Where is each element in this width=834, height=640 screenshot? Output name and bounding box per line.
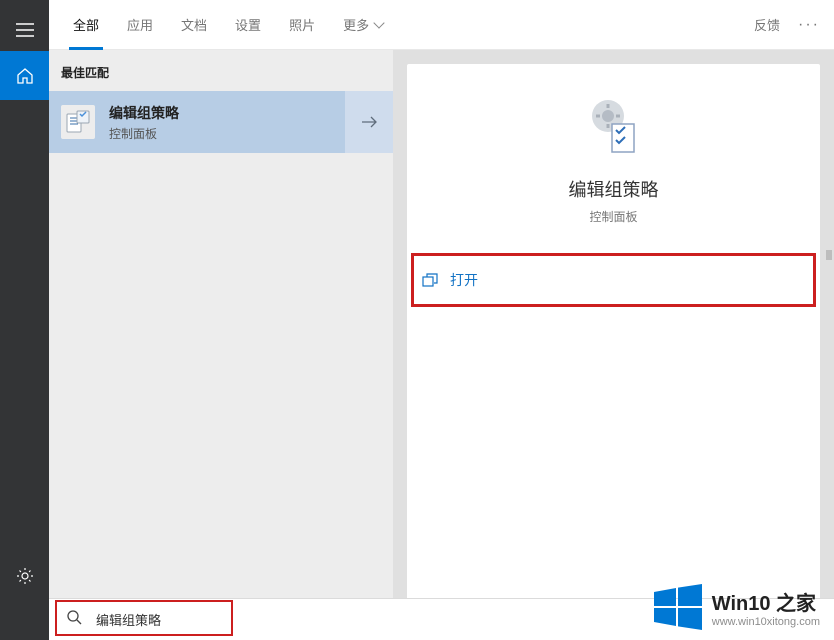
watermark: Win10 之家 www.win10xitong.com <box>650 580 820 634</box>
tab-photos[interactable]: 照片 <box>275 0 329 50</box>
tab-settings[interactable]: 设置 <box>221 0 275 50</box>
detail-title: 编辑组策略 <box>569 176 659 202</box>
tab-documents[interactable]: 文档 <box>167 0 221 50</box>
open-action[interactable]: 打开 <box>411 253 816 307</box>
left-sidebar <box>0 0 49 640</box>
detail-sub: 控制面板 <box>589 208 637 225</box>
watermark-url: www.win10xitong.com <box>712 616 820 628</box>
tab-more[interactable]: 更多 <box>329 0 397 50</box>
tab-label: 文档 <box>181 15 207 34</box>
content-area: 最佳匹配 编辑组策略 控制面板 <box>49 50 834 640</box>
open-label: 打开 <box>450 270 478 290</box>
gpedit-icon <box>61 105 95 139</box>
tab-all[interactable]: 全部 <box>59 0 113 50</box>
home-icon <box>16 67 34 85</box>
open-icon <box>422 273 438 287</box>
scrollbar[interactable] <box>826 250 832 260</box>
more-options-button[interactable]: ··· <box>798 16 820 34</box>
search-icon <box>67 610 82 630</box>
watermark-title: Win10 之家 <box>712 587 820 616</box>
results-panel: 最佳匹配 编辑组策略 控制面板 <box>49 50 393 640</box>
hamburger-icon <box>16 23 34 37</box>
hamburger-button[interactable] <box>0 5 49 54</box>
tab-label: 全部 <box>73 15 99 34</box>
settings-button[interactable] <box>0 551 49 600</box>
detail-card: 编辑组策略 控制面板 打开 <box>407 64 820 626</box>
result-item-gpedit[interactable]: 编辑组策略 控制面板 <box>49 91 393 153</box>
tab-label: 照片 <box>289 15 315 34</box>
result-sub: 控制面板 <box>109 125 179 142</box>
detail-panel: 编辑组策略 控制面板 打开 <box>393 50 834 640</box>
arrow-right-icon <box>360 115 378 129</box>
tab-label: 设置 <box>235 15 261 34</box>
chevron-down-icon <box>373 17 384 28</box>
detail-app-icon <box>586 94 642 156</box>
windows-logo-icon <box>650 580 704 634</box>
result-name: 编辑组策略 <box>109 103 179 123</box>
filter-tabs: 全部 应用 文档 设置 照片 更多 反馈 ··· <box>49 0 834 50</box>
tab-label: 应用 <box>127 15 153 34</box>
expand-arrow-button[interactable] <box>345 91 393 153</box>
home-button[interactable] <box>0 51 49 100</box>
tab-apps[interactable]: 应用 <box>113 0 167 50</box>
gear-icon <box>16 567 34 585</box>
feedback-link[interactable]: 反馈 <box>754 15 780 34</box>
tab-label: 更多 <box>343 15 369 34</box>
best-match-label: 最佳匹配 <box>49 50 393 91</box>
